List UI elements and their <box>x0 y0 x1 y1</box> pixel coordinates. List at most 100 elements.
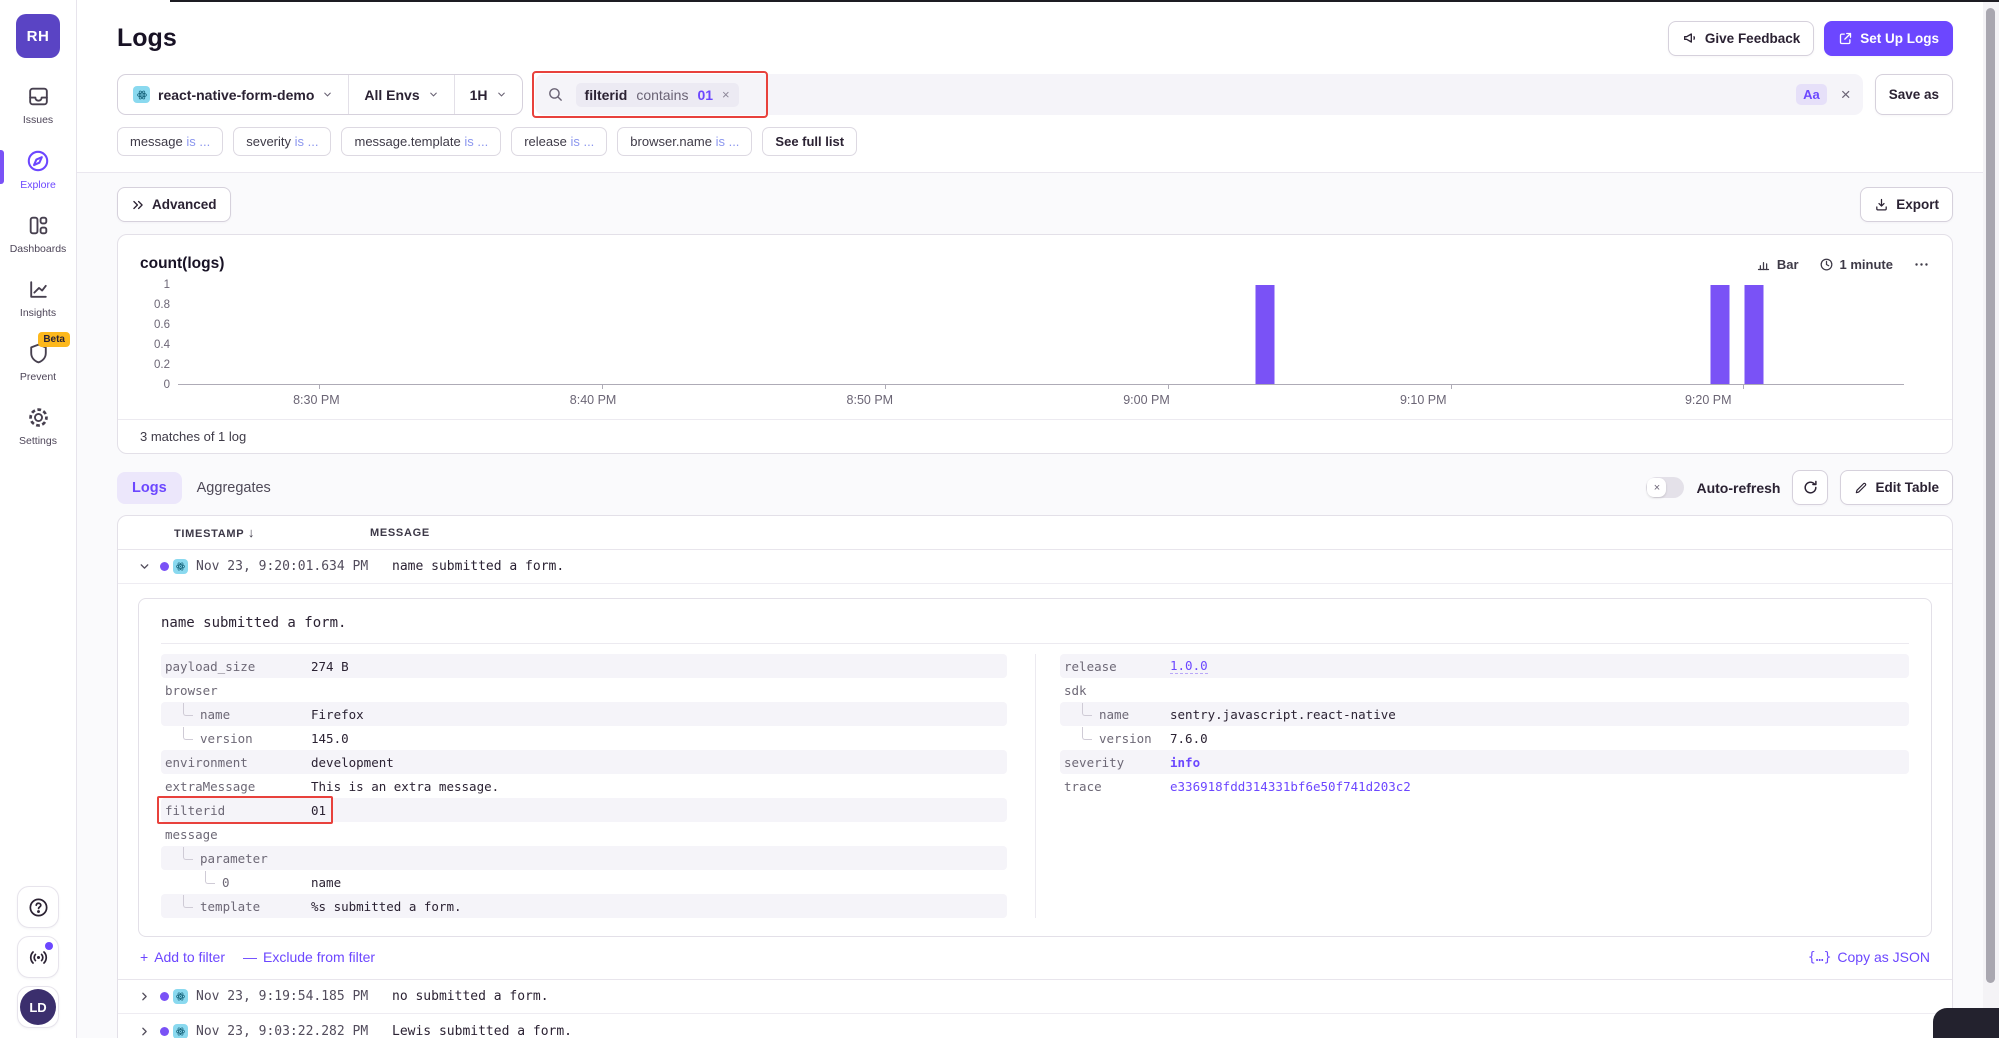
sidebar-item-insights[interactable]: Insights <box>0 277 76 319</box>
sidebar-item-label: Issues <box>23 114 53 126</box>
chart-bar[interactable] <box>1745 285 1764 384</box>
log-message: no submitted a form. <box>392 989 549 1004</box>
filter-chip-severity[interactable]: severity is ... <box>233 127 331 156</box>
tree-connector <box>183 847 193 860</box>
save-as-button[interactable]: Save as <box>1875 74 1953 115</box>
filter-chip-message[interactable]: message is ... <box>117 127 223 156</box>
y-tick-label: 0.8 <box>154 299 170 311</box>
attribute-row[interactable]: sdk <box>1060 678 1909 702</box>
sidebar-item-issues[interactable]: Issues <box>0 84 76 126</box>
chart-more-menu[interactable] <box>1913 256 1930 273</box>
question-icon <box>27 896 50 919</box>
see-full-list-button[interactable]: See full list <box>762 127 857 156</box>
avatar: LD <box>20 989 56 1025</box>
tab-logs[interactable]: Logs <box>117 472 182 504</box>
attribute-row[interactable]: version145.0 <box>161 726 1007 750</box>
chart-bar[interactable] <box>1711 285 1730 384</box>
attribute-row[interactable]: message <box>161 822 1007 846</box>
sidebar-item-dashboards[interactable]: Dashboards <box>0 213 76 255</box>
attribute-row[interactable]: version7.6.0 <box>1060 726 1909 750</box>
user-menu-button[interactable]: LD <box>17 986 59 1028</box>
main-area: Logs Give Feedback Set Up Logs react-nat… <box>77 0 1983 1038</box>
search-input[interactable]: filterid contains 01 × Aa × <box>535 74 1863 115</box>
interval-selector[interactable]: 1 minute <box>1819 257 1893 272</box>
attribute-row[interactable]: parameter <box>161 846 1007 870</box>
chart-type-selector[interactable]: Bar <box>1756 257 1799 272</box>
chart-plot-area[interactable] <box>178 285 1904 385</box>
beta-badge: Beta <box>38 332 70 347</box>
log-timestamp: Nov 23, 9:20:01.634 PM <box>196 559 392 574</box>
table-row[interactable]: Nov 23, 9:03:22.282 PM Lewis submitted a… <box>118 1014 1952 1038</box>
severity-dot <box>160 992 169 1001</box>
attribute-row-filterid[interactable]: filterid01 <box>161 798 1007 822</box>
external-link-icon <box>1838 31 1853 46</box>
search-filter-token[interactable]: filterid contains 01 × <box>576 83 739 107</box>
attribute-row[interactable]: browser <box>161 678 1007 702</box>
remove-token-icon[interactable]: × <box>722 87 730 102</box>
set-up-logs-button[interactable]: Set Up Logs <box>1824 21 1953 56</box>
log-message: name submitted a form. <box>392 559 564 574</box>
case-sensitivity-toggle[interactable]: Aa <box>1796 84 1827 105</box>
plus-icon: + <box>140 949 148 965</box>
filter-chip-browser-name[interactable]: browser.name is ... <box>617 127 752 156</box>
project-selector[interactable]: react-native-form-demo <box>118 75 348 114</box>
sidebar-item-explore[interactable]: Explore <box>0 148 76 191</box>
auto-refresh-toggle[interactable]: × <box>1646 477 1684 498</box>
filter-chip-message-template[interactable]: message.template is ... <box>341 127 501 156</box>
filter-chip-release[interactable]: release is ... <box>511 127 607 156</box>
copy-as-json-link[interactable]: {…} Copy as JSON <box>1808 949 1930 965</box>
table-row[interactable]: Nov 23, 9:19:54.185 PM no submitted a fo… <box>118 980 1952 1014</box>
time-range-selector[interactable]: 1H <box>454 75 522 114</box>
attribute-row[interactable]: 0name <box>161 870 1007 894</box>
log-message: Lewis submitted a form. <box>392 1024 572 1038</box>
chart-y-axis: 10.80.60.40.20 <box>140 285 178 385</box>
chevron-right-icon[interactable] <box>138 990 160 1003</box>
export-button[interactable]: Export <box>1860 187 1953 222</box>
exclude-from-filter-link[interactable]: — Exclude from filter <box>243 949 375 965</box>
attribute-row[interactable]: severityinfo <box>1060 750 1909 774</box>
attribute-row[interactable]: payload_size274 B <box>161 654 1007 678</box>
attribute-row[interactable]: template%s submitted a form. <box>161 894 1007 918</box>
advanced-button[interactable]: Advanced <box>117 187 231 222</box>
x-tick-label: 9:10 PM <box>1400 393 1447 407</box>
attribute-row[interactable]: namesentry.javascript.react-native <box>1060 702 1909 726</box>
help-button[interactable] <box>17 886 59 928</box>
scrollbar[interactable] <box>1983 0 1999 1038</box>
add-to-filter-link[interactable]: + Add to filter <box>140 949 225 965</box>
severity-dot <box>160 1027 169 1036</box>
sidebar-item-prevent[interactable]: Beta Prevent <box>0 341 76 383</box>
result-summary: 3 matches of 1 log <box>118 419 1952 453</box>
sidebar-item-settings[interactable]: Settings <box>0 405 76 447</box>
table-row[interactable]: Nov 23, 9:20:01.634 PM name submitted a … <box>118 550 1952 584</box>
attribute-row[interactable]: nameFirefox <box>161 702 1007 726</box>
page-title: Logs <box>117 24 177 53</box>
chart-bar[interactable] <box>1255 285 1274 384</box>
give-feedback-button[interactable]: Give Feedback <box>1668 21 1814 56</box>
chevron-right-icon[interactable] <box>138 1025 160 1038</box>
x-tick-label: 8:40 PM <box>570 393 617 407</box>
chart-x-axis: 8:30 PM8:40 PM8:50 PM9:00 PM9:10 PM9:20 … <box>178 389 1866 419</box>
chevron-down-icon <box>428 89 439 100</box>
clear-search-icon[interactable]: × <box>1841 85 1851 105</box>
scrollbar-thumb[interactable] <box>1986 8 1995 983</box>
notification-dot <box>45 942 53 950</box>
attribute-row[interactable]: release1.0.0 <box>1060 654 1909 678</box>
tree-connector <box>1082 703 1092 716</box>
log-timestamp: Nov 23, 9:19:54.185 PM <box>196 989 392 1004</box>
tab-aggregates[interactable]: Aggregates <box>182 472 286 504</box>
sidebar-item-label: Insights <box>20 307 56 319</box>
attribute-row[interactable]: tracee336918fdd314331bf6e50f741d203c2 <box>1060 774 1909 798</box>
environment-selector[interactable]: All Envs <box>348 75 453 114</box>
column-message[interactable]: MESSAGE <box>370 527 430 539</box>
broadcasts-button[interactable] <box>17 936 59 978</box>
attribute-row[interactable]: extraMessageThis is an extra message. <box>161 774 1007 798</box>
react-project-icon <box>133 86 150 103</box>
megaphone-icon <box>1682 30 1698 46</box>
org-logo[interactable]: RH <box>16 14 60 58</box>
chevron-down-icon[interactable] <box>138 560 160 573</box>
column-timestamp[interactable]: TIMESTAMP <box>174 528 244 540</box>
refresh-button[interactable] <box>1792 470 1828 505</box>
attribute-row[interactable]: environmentdevelopment <box>161 750 1007 774</box>
attributes-right-column: release1.0.0 sdk namesentry.javascript.r… <box>1035 654 1909 918</box>
edit-table-button[interactable]: Edit Table <box>1840 470 1953 505</box>
